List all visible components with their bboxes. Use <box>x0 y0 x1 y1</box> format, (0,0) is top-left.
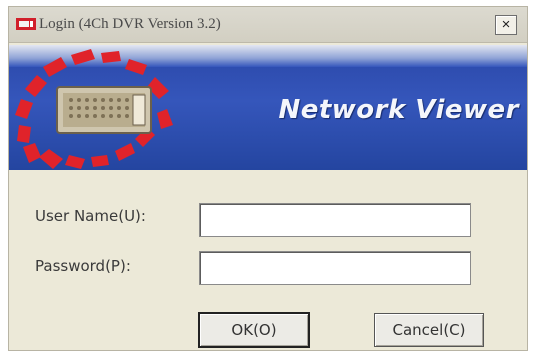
window-title: Login (4Ch DVR Version 3.2) <box>39 16 221 32</box>
password-input[interactable] <box>199 251 471 285</box>
login-dialog: Login (4Ch DVR Version 3.2) × Network Vi… <box>8 6 528 351</box>
app-icon <box>16 18 36 30</box>
network-viewer-banner: Network Viewer <box>9 45 527 170</box>
username-input[interactable] <box>199 203 471 237</box>
cancel-button[interactable]: Cancel(C) <box>374 313 484 347</box>
close-button[interactable]: × <box>495 15 517 35</box>
title-bar[interactable]: Login (4Ch DVR Version 3.2) × <box>9 7 527 43</box>
cancel-button-label: Cancel(C) <box>392 321 466 339</box>
banner-title: Network Viewer <box>278 95 519 125</box>
username-label: User Name(U): <box>35 207 146 225</box>
ok-button[interactable]: OK(O) <box>198 312 310 348</box>
dvr-logo-icon <box>15 49 173 169</box>
ok-button-label: OK(O) <box>231 321 277 339</box>
close-icon: × <box>501 16 511 33</box>
password-label: Password(P): <box>35 257 131 275</box>
